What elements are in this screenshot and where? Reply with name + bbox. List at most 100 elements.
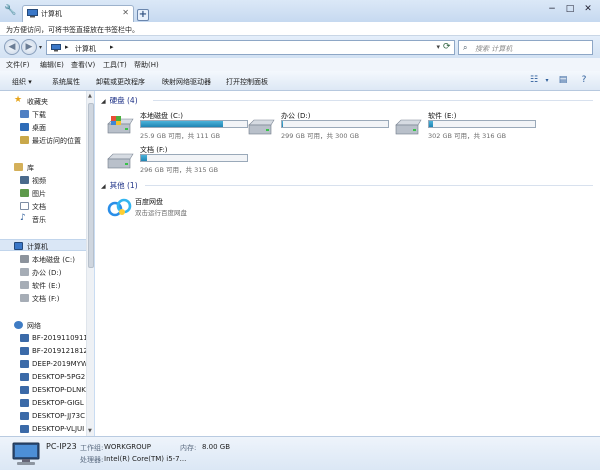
baidu-netdisk-item[interactable]: 百度网盘 双击运行百度网盘 xyxy=(107,197,262,225)
breadcrumb-computer[interactable]: 计算机 xyxy=(75,44,96,54)
group-header-disks[interactable]: ◢ 硬盘 (4) xyxy=(101,95,138,106)
group-divider xyxy=(153,100,593,101)
cpu-label: 处理器: xyxy=(80,456,104,464)
nav-downloads[interactable]: 下载 xyxy=(0,108,86,120)
nav-network[interactable]: 网络 xyxy=(0,319,86,331)
nav-music[interactable]: ♪ 音乐 xyxy=(0,213,86,225)
open-control-panel-button[interactable]: 打开控制面板 xyxy=(226,77,268,87)
drive-space: 296 GB 可用，共 315 GB xyxy=(140,166,219,174)
back-button[interactable]: ◀ xyxy=(4,39,20,55)
search-input[interactable]: ⌕ 搜索 计算机 xyxy=(458,40,593,55)
help-icon[interactable]: ? xyxy=(578,75,590,86)
new-tab-button[interactable]: + xyxy=(137,9,149,21)
tab-title: 计算机 xyxy=(41,10,62,18)
nav-drive-f[interactable]: 文档 (F:) xyxy=(0,292,86,304)
forward-button[interactable]: ▶ xyxy=(21,39,37,55)
drive-f[interactable]: 文档 (F:) 296 GB 可用，共 315 GB xyxy=(105,145,260,174)
scroll-thumb[interactable] xyxy=(88,103,94,268)
nav-drive-c[interactable]: 本地磁盘 (C:) xyxy=(0,253,86,265)
menu-file[interactable]: 文件(F) xyxy=(6,60,30,70)
usage-bar xyxy=(140,120,248,128)
library-icon xyxy=(14,163,23,171)
nav-network-host[interactable]: DESKTOP-VLJUI xyxy=(0,423,86,435)
nav-videos[interactable]: 视频 xyxy=(0,174,86,186)
nav-label: 音乐 xyxy=(32,216,46,224)
navigation-pane: ★ 收藏夹 下载 桌面 最近访问的位置 库 视频 图片 文档 ♪ 音乐 计算机 … xyxy=(0,91,86,436)
uninstall-program-button[interactable]: 卸载或更改程序 xyxy=(96,77,145,87)
scroll-down-icon[interactable]: ▼ xyxy=(88,428,92,434)
network-icon xyxy=(14,321,23,329)
preview-pane-icon[interactable]: ▤ xyxy=(557,75,569,86)
nav-network-host[interactable]: DESKTOP-DLNK xyxy=(0,384,86,396)
view-dropdown-icon[interactable]: ▾ xyxy=(541,75,553,86)
menu-tools[interactable]: 工具(T) xyxy=(103,60,127,70)
breadcrumb-arrow-icon[interactable]: ▸ xyxy=(65,43,69,51)
breadcrumb-arrow-icon[interactable]: ▸ xyxy=(110,43,114,51)
nav-drive-e[interactable]: 软件 (E:) xyxy=(0,279,86,291)
nav-libraries[interactable]: 库 xyxy=(0,161,86,173)
close-icon[interactable]: ✕ xyxy=(581,3,595,15)
nav-network-host[interactable]: DESKTOP-JJ73C xyxy=(0,410,86,422)
bookmark-notice-bar: 为方便访问，可将书签直接放在书签栏中。 xyxy=(0,22,600,36)
nav-label: 下载 xyxy=(32,111,46,119)
address-dropdown-icon[interactable]: ▾ xyxy=(436,43,440,51)
nav-favorites[interactable]: ★ 收藏夹 xyxy=(0,95,86,107)
nav-scrollbar[interactable]: ▲ ▼ xyxy=(86,91,94,436)
search-placeholder: 搜索 计算机 xyxy=(475,45,513,53)
nav-documents[interactable]: 文档 xyxy=(0,200,86,212)
usage-fill xyxy=(141,155,148,161)
star-icon: ★ xyxy=(14,95,23,105)
drive-c[interactable]: 本地磁盘 (C:) 25.9 GB 可用，共 111 GB xyxy=(105,111,260,140)
network-computer-icon xyxy=(20,386,29,394)
scroll-up-icon[interactable]: ▲ xyxy=(88,93,92,99)
drive-icon xyxy=(20,281,29,289)
nav-label: 计算机 xyxy=(27,243,48,251)
group-header-other[interactable]: ◢ 其他 (1) xyxy=(101,180,138,191)
computer-icon xyxy=(51,44,61,52)
nav-computer[interactable]: 计算机 xyxy=(0,239,86,251)
nav-desktop[interactable]: 桌面 xyxy=(0,121,86,133)
address-bar[interactable]: ▸ 计算机 ▸ ▾ xyxy=(46,40,455,55)
drive-d[interactable]: 办公 (D:) 299 GB 可用，共 300 GB xyxy=(246,111,401,140)
network-computer-icon xyxy=(20,425,29,433)
nav-label: DESKTOP-5PG2 xyxy=(32,373,86,381)
maximize-icon[interactable]: □ xyxy=(563,3,577,15)
menu-view[interactable]: 查看(V) xyxy=(71,60,95,70)
tab-computer[interactable]: 计算机 ✕ xyxy=(22,5,134,22)
collapse-icon[interactable]: ◢ xyxy=(101,98,106,105)
tools-icon[interactable]: 🔧 xyxy=(4,5,16,17)
usage-bar xyxy=(140,154,248,162)
drive-e[interactable]: 软件 (E:) 302 GB 可用，共 316 GB xyxy=(393,111,548,140)
view-options-icon[interactable]: ☷ xyxy=(528,75,540,86)
nav-network-host[interactable]: BF-2019110911 xyxy=(0,332,86,344)
download-folder-icon xyxy=(20,110,29,118)
nav-network-host[interactable]: DEEP-2019MYW xyxy=(0,358,86,370)
nav-label: 桌面 xyxy=(32,124,46,132)
refresh-icon[interactable]: ⟳ xyxy=(443,42,451,52)
menu-help[interactable]: 帮助(H) xyxy=(134,60,159,70)
nav-recent-places[interactable]: 最近访问的位置 xyxy=(0,134,86,146)
network-computer-icon xyxy=(20,399,29,407)
close-tab-icon[interactable]: ✕ xyxy=(122,8,129,17)
nav-label: 网络 xyxy=(27,322,41,330)
nav-network-host[interactable]: BF-2019121812 xyxy=(0,345,86,357)
collapse-icon[interactable]: ◢ xyxy=(101,183,106,190)
nav-pictures[interactable]: 图片 xyxy=(0,187,86,199)
system-properties-button[interactable]: 系统属性 xyxy=(52,77,80,87)
nav-label: BF-2019110911 xyxy=(32,334,86,342)
cpu-value: Intel(R) Core(TM) i5-7... xyxy=(104,455,187,463)
history-dropdown-icon[interactable]: ▾ xyxy=(39,44,42,51)
nav-network-host[interactable]: DESKTOP-5PG2 xyxy=(0,371,86,383)
nav-label: 文档 xyxy=(32,203,46,211)
nav-label: DEEP-2019MYW xyxy=(32,360,86,368)
minimize-icon[interactable]: − xyxy=(545,3,559,15)
nav-label: 软件 (E:) xyxy=(32,282,61,290)
nav-drive-d[interactable]: 办公 (D:) xyxy=(0,266,86,278)
menu-edit[interactable]: 编辑(E) xyxy=(40,60,64,70)
drive-space: 302 GB 可用，共 316 GB xyxy=(428,132,507,140)
organize-button[interactable]: 组织 ▾ xyxy=(12,77,32,87)
details-pane: PC-IP23 工作组: WORKGROUP 内存: 8.00 GB 处理器: … xyxy=(0,436,600,470)
recent-places-icon xyxy=(20,136,29,144)
nav-network-host[interactable]: DESKTOP-GIGL xyxy=(0,397,86,409)
map-network-drive-button[interactable]: 映射网络驱动器 xyxy=(162,77,211,87)
